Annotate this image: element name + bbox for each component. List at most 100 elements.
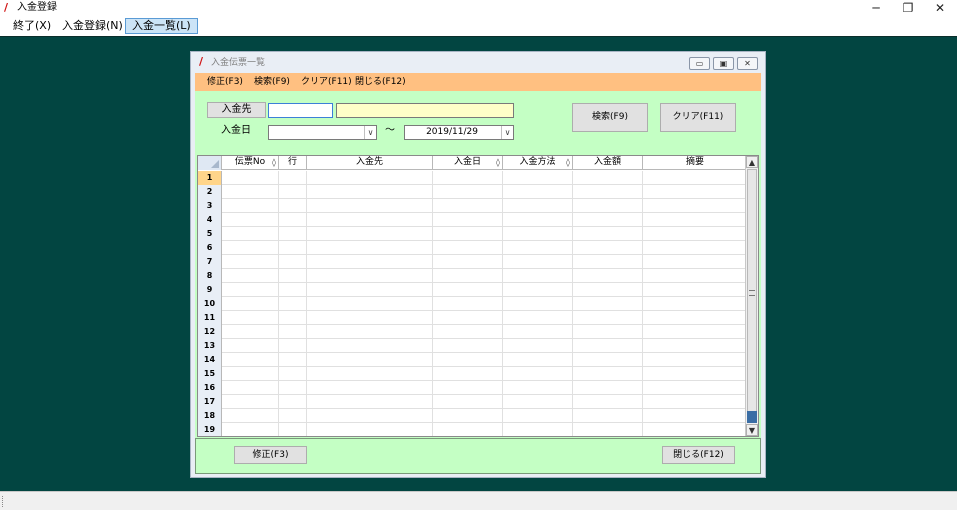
row-header[interactable]: 10: [198, 297, 222, 311]
grid-cell[interactable]: [573, 423, 643, 436]
child-close-button[interactable]: ✕: [737, 57, 758, 70]
grid-cell[interactable]: [643, 185, 748, 199]
grid-cell[interactable]: [307, 311, 433, 325]
grid-cell[interactable]: [222, 367, 279, 381]
grid-cell[interactable]: [433, 311, 503, 325]
grid-cell[interactable]: [433, 395, 503, 409]
grid-cell[interactable]: [279, 325, 307, 339]
grid-vertical-scrollbar[interactable]: ▲ ▼: [745, 156, 758, 436]
child-menu-close[interactable]: 閉じる(F12): [355, 76, 406, 88]
grid-cell[interactable]: [279, 227, 307, 241]
grid-cell[interactable]: [643, 381, 748, 395]
grid-cell[interactable]: [279, 339, 307, 353]
restore-button[interactable]: ❐: [892, 0, 924, 16]
grid-cell[interactable]: [307, 185, 433, 199]
column-header-slip-no[interactable]: 伝票No ◊: [222, 156, 279, 170]
grid-cell[interactable]: [279, 395, 307, 409]
grid-cell[interactable]: [279, 199, 307, 213]
row-header[interactable]: 3: [198, 199, 222, 213]
grid-cell[interactable]: [433, 297, 503, 311]
grid-cell[interactable]: [222, 325, 279, 339]
grid-cell[interactable]: [222, 423, 279, 436]
grid-cell[interactable]: [573, 381, 643, 395]
sort-icon[interactable]: ◊: [272, 156, 276, 169]
grid-cell[interactable]: [643, 227, 748, 241]
customer-lookup-button[interactable]: 入金先: [207, 102, 266, 118]
grid-cell[interactable]: [573, 213, 643, 227]
grid-cell[interactable]: [643, 283, 748, 297]
grid-cell[interactable]: [279, 367, 307, 381]
table-row[interactable]: 17: [198, 395, 748, 409]
child-minimize-button[interactable]: ▭: [689, 57, 710, 70]
grid-cell[interactable]: [503, 353, 573, 367]
grid-cell[interactable]: [222, 409, 279, 423]
grid-cell[interactable]: [279, 311, 307, 325]
grid-cell[interactable]: [573, 255, 643, 269]
sort-icon[interactable]: ◊: [496, 156, 500, 169]
date-from-combo[interactable]: ∨: [268, 125, 377, 140]
grid-cell[interactable]: [307, 255, 433, 269]
table-row[interactable]: 11: [198, 311, 748, 325]
grid-cell[interactable]: [643, 199, 748, 213]
row-header[interactable]: 2: [198, 185, 222, 199]
grid-cell[interactable]: [573, 269, 643, 283]
grid-cell[interactable]: [279, 283, 307, 297]
grid-cell[interactable]: [433, 381, 503, 395]
grid-cell[interactable]: [279, 213, 307, 227]
table-row[interactable]: 19: [198, 423, 748, 436]
table-row[interactable]: 3: [198, 199, 748, 213]
table-row[interactable]: 16: [198, 381, 748, 395]
column-header-customer[interactable]: 入金先: [307, 156, 433, 170]
grid-cell[interactable]: [503, 395, 573, 409]
row-header[interactable]: 19: [198, 423, 222, 436]
child-menu-search[interactable]: 検索(F9): [254, 76, 290, 88]
grid-cell[interactable]: [643, 339, 748, 353]
grid-cell[interactable]: [433, 353, 503, 367]
grid-cell[interactable]: [573, 367, 643, 381]
grid-cell[interactable]: [643, 423, 748, 436]
edit-button[interactable]: 修正(F3): [234, 446, 307, 464]
row-header[interactable]: 7: [198, 255, 222, 269]
grid-cell[interactable]: [643, 325, 748, 339]
grid-cell[interactable]: [222, 395, 279, 409]
date-to-combo[interactable]: 2019/11/29 ∨: [404, 125, 514, 140]
grid-cell[interactable]: [503, 213, 573, 227]
grid-cell[interactable]: [433, 255, 503, 269]
row-header[interactable]: 16: [198, 381, 222, 395]
table-row[interactable]: 13: [198, 339, 748, 353]
row-header[interactable]: 5: [198, 227, 222, 241]
row-header[interactable]: 4: [198, 213, 222, 227]
grid-cell[interactable]: [573, 395, 643, 409]
grid-cell[interactable]: [279, 241, 307, 255]
grid-cell[interactable]: [222, 241, 279, 255]
grid-cell[interactable]: [307, 171, 433, 185]
grid-cell[interactable]: [279, 269, 307, 283]
menu-payment-list[interactable]: 入金一覧(L): [125, 18, 198, 34]
grid-cell[interactable]: [222, 171, 279, 185]
search-button[interactable]: 検索(F9): [572, 103, 648, 132]
grid-cell[interactable]: [503, 283, 573, 297]
grid-cell[interactable]: [433, 367, 503, 381]
grid-cell[interactable]: [307, 409, 433, 423]
grid-cell[interactable]: [573, 339, 643, 353]
grid-cell[interactable]: [643, 241, 748, 255]
table-row[interactable]: 5: [198, 227, 748, 241]
menu-payment-entry[interactable]: 入金登録(N): [55, 18, 130, 34]
grid-cell[interactable]: [643, 353, 748, 367]
grid-cell[interactable]: [433, 423, 503, 436]
row-header[interactable]: 17: [198, 395, 222, 409]
grid-cell[interactable]: [643, 297, 748, 311]
minimize-button[interactable]: ─: [860, 0, 892, 16]
grid-cell[interactable]: [222, 283, 279, 297]
grid-cell[interactable]: [503, 185, 573, 199]
table-row[interactable]: 15: [198, 367, 748, 381]
grid-cell[interactable]: [433, 325, 503, 339]
grid-cell[interactable]: [503, 199, 573, 213]
grid-cell[interactable]: [222, 311, 279, 325]
row-header[interactable]: 15: [198, 367, 222, 381]
grid-cell[interactable]: [433, 269, 503, 283]
grid-cell[interactable]: [433, 213, 503, 227]
table-row[interactable]: 14: [198, 353, 748, 367]
grid-cell[interactable]: [643, 395, 748, 409]
table-row[interactable]: 7: [198, 255, 748, 269]
